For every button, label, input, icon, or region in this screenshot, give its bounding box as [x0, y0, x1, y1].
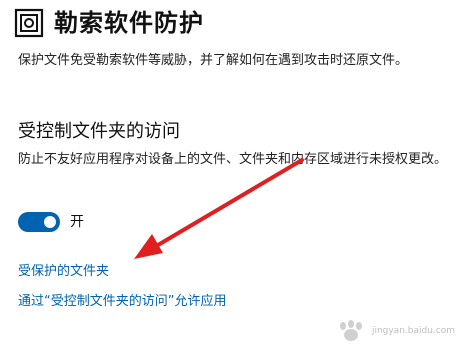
controlled-folder-access-toggle[interactable] [18, 212, 60, 232]
annotation-arrow-shaft [156, 158, 304, 247]
ransomware-protection-icon [14, 8, 44, 38]
page-header: 勒索软件防护 [14, 8, 204, 38]
protected-folders-link[interactable]: 受保护的文件夹 [18, 263, 109, 281]
section-title: 受控制文件夹的访问 [18, 121, 180, 142]
annotation-arrow-head [134, 234, 163, 259]
baidu-paw-logo [339, 320, 362, 341]
page-subtitle: 保护文件免受勒索软件等威胁，并了解如何在遇到攻击时还原文件。 [18, 53, 409, 68]
toggle-knob [44, 216, 56, 228]
toggle-state-label: 开 [70, 214, 84, 230]
allow-app-link[interactable]: 通过“受控制文件夹的访问”允许应用 [18, 293, 226, 311]
ransomware-protection-page: 勒索软件防护 保护文件免受勒索软件等威胁，并了解如何在遇到攻击时还原文件。 受控… [0, 0, 463, 348]
baidu-watermark: jingyan.baidu.com [334, 320, 455, 342]
controlled-folder-access-toggle-row: 开 [18, 212, 84, 232]
page-title: 勒索软件防护 [54, 9, 204, 37]
section-description: 防止不友好应用程序对设备上的文件、文件夹和内存区域进行未授权更改。 [18, 152, 448, 167]
watermark-text: jingyan.baidu.com [371, 326, 455, 336]
